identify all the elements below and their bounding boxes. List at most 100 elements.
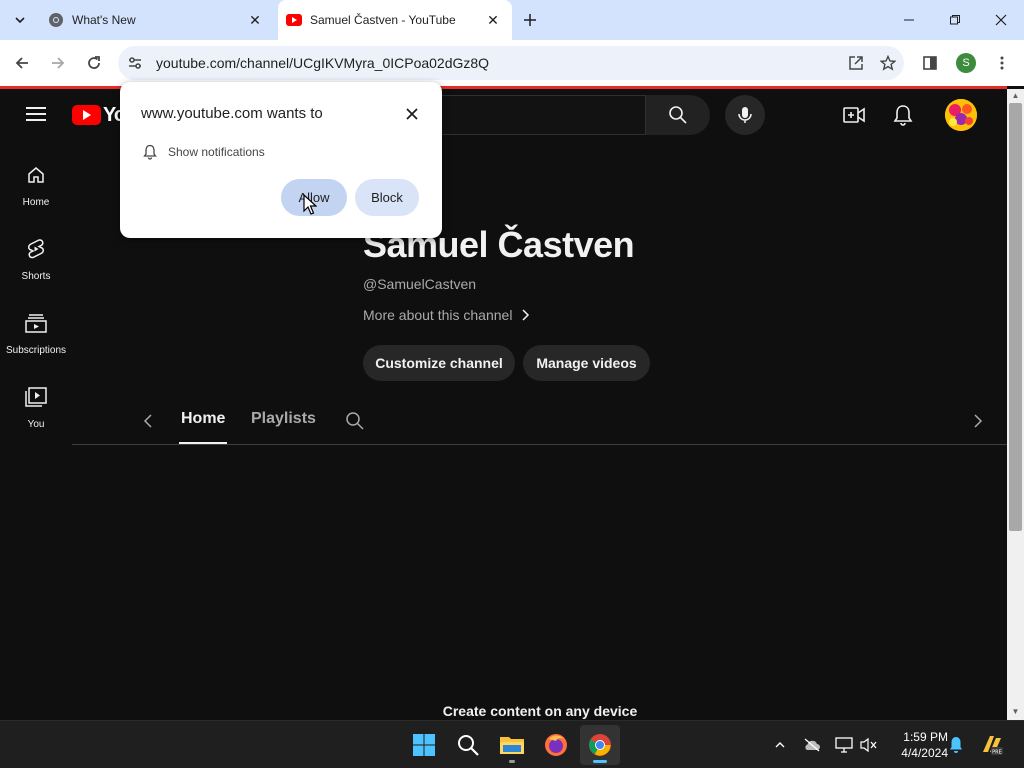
chrome-taskbar-button[interactable] <box>580 725 620 765</box>
file-explorer-button[interactable] <box>492 725 532 765</box>
home-icon <box>28 167 44 183</box>
firefox-icon <box>545 734 567 756</box>
scroll-down-arrow-icon[interactable]: ▼ <box>1011 707 1020 716</box>
selected-tab-indicator <box>179 442 227 444</box>
plus-icon <box>524 14 536 26</box>
onedrive-button[interactable] <box>800 733 824 757</box>
account-avatar[interactable] <box>945 99 977 131</box>
notifications-button[interactable] <box>889 101 917 129</box>
firefox-button[interactable] <box>536 725 576 765</box>
guide-item-label: Subscriptions <box>5 345 67 356</box>
clock-time: 1:59 PM <box>903 730 948 744</box>
close-window-button[interactable] <box>978 0 1024 40</box>
restore-icon <box>950 15 960 25</box>
copilot-pre-icon: PRE <box>983 736 1003 756</box>
chevron-left-icon <box>143 414 152 428</box>
taskbar-search-button[interactable] <box>448 725 488 765</box>
guide-menu-button[interactable] <box>24 103 48 127</box>
site-info-button[interactable] <box>118 46 152 80</box>
volume-button[interactable] <box>857 733 881 757</box>
close-tab-icon[interactable]: ✕ <box>484 11 502 29</box>
minimize-button[interactable] <box>886 0 932 40</box>
taskbar-clock[interactable]: 1:59 PM 4/4/2024 <box>884 729 948 761</box>
customize-channel-button[interactable]: Customize channel <box>363 345 515 381</box>
close-icon <box>406 108 418 120</box>
show-hidden-icons-button[interactable] <box>768 733 792 757</box>
url-text[interactable]: youtube.com/channel/UCgIKVMyra_0ICPoa02d… <box>156 55 840 71</box>
page-scrollbar[interactable]: ▲ ▼ <box>1007 89 1024 720</box>
youtube-icon <box>286 14 302 26</box>
side-panel-button[interactable] <box>916 49 944 77</box>
copilot-button[interactable]: PRE <box>980 733 1004 757</box>
file-explorer-icon <box>500 737 524 754</box>
reload-button[interactable] <box>80 49 108 77</box>
bookmark-button[interactable] <box>872 46 904 80</box>
guide-item-subscriptions[interactable]: Subscriptions <box>0 289 72 363</box>
channel-handle: @SamuelCastven <box>363 276 477 292</box>
guide-item-label: You <box>27 419 45 430</box>
close-tab-icon[interactable]: ✕ <box>246 11 264 29</box>
search-icon <box>346 412 364 430</box>
guide-item-you[interactable]: You <box>0 363 72 437</box>
avatar-image <box>945 99 977 131</box>
tab-search-button[interactable] <box>8 8 32 32</box>
permission-row: Show notifications <box>142 144 265 160</box>
guide-item-label: Shorts <box>21 271 51 282</box>
subscriptions-icon <box>25 314 47 333</box>
tab-title: What's New <box>72 13 136 27</box>
guide-item-home[interactable]: Home <box>0 141 72 215</box>
voice-search-button[interactable] <box>725 95 765 135</box>
more-about-link[interactable]: More about this channel <box>363 307 530 323</box>
search-input[interactable] <box>420 95 646 135</box>
browser-tab-youtube[interactable]: Samuel Častven - YouTube ✕ <box>278 0 512 40</box>
search-icon <box>458 735 479 756</box>
network-button[interactable] <box>832 733 856 757</box>
arrow-left-icon <box>15 57 28 69</box>
popup-close-button[interactable] <box>400 102 424 126</box>
star-icon <box>880 55 896 71</box>
new-tab-button[interactable] <box>518 8 542 32</box>
create-content-heading: Create content on any device <box>442 703 638 719</box>
arrow-right-icon <box>52 57 65 69</box>
scroll-up-arrow-icon[interactable]: ▲ <box>1011 91 1020 100</box>
active-indicator <box>593 760 607 763</box>
mini-guide: Home Shorts Subscriptions You <box>0 141 72 437</box>
tab-playlists[interactable]: Playlists <box>251 410 316 428</box>
search-button[interactable] <box>646 95 710 135</box>
mic-icon <box>738 107 752 123</box>
chevron-right-icon <box>974 414 983 428</box>
chrome-menu-button[interactable] <box>988 49 1016 77</box>
svg-text:PRE: PRE <box>992 750 1002 756</box>
browser-tab-whats-new[interactable]: What's New ✕ <box>38 0 274 40</box>
tabs-scroll-left-button[interactable] <box>142 412 154 435</box>
more-about-label: More about this channel <box>363 307 513 323</box>
youtube-logo[interactable]: Yo <box>72 104 126 126</box>
block-button[interactable]: Block <box>355 179 419 216</box>
channel-search-button[interactable] <box>345 411 365 436</box>
profile-avatar[interactable]: S <box>956 53 976 73</box>
back-button[interactable] <box>8 49 36 77</box>
start-button[interactable] <box>404 725 444 765</box>
permission-label: Show notifications <box>168 145 265 159</box>
scrollbar-thumb[interactable] <box>1009 103 1022 531</box>
youtube-play-icon <box>72 105 101 125</box>
create-button[interactable] <box>840 101 868 129</box>
address-bar[interactable]: youtube.com/channel/UCgIKVMyra_0ICPoa02d… <box>118 46 904 80</box>
browser-tabstrip: What's New ✕ Samuel Častven - YouTube ✕ <box>0 0 1024 40</box>
manage-videos-button[interactable]: Manage videos <box>523 345 650 381</box>
forward-button[interactable] <box>44 49 72 77</box>
clock-date: 4/4/2024 <box>901 746 948 760</box>
guide-item-shorts[interactable]: Shorts <box>0 215 72 289</box>
shorts-icon <box>28 239 44 259</box>
restore-button[interactable] <box>932 0 978 40</box>
tab-title: Samuel Častven - YouTube <box>310 13 456 27</box>
tab-home[interactable]: Home <box>181 410 225 428</box>
tabs-scroll-right-button[interactable] <box>972 412 984 435</box>
search-icon <box>669 106 687 124</box>
chrome-icon <box>589 734 611 756</box>
chevron-down-icon <box>15 17 25 24</box>
notification-center-button[interactable] <box>944 733 968 757</box>
open-in-app-button[interactable] <box>840 46 872 80</box>
running-indicator <box>509 760 515 763</box>
chrome-icon <box>49 13 63 27</box>
